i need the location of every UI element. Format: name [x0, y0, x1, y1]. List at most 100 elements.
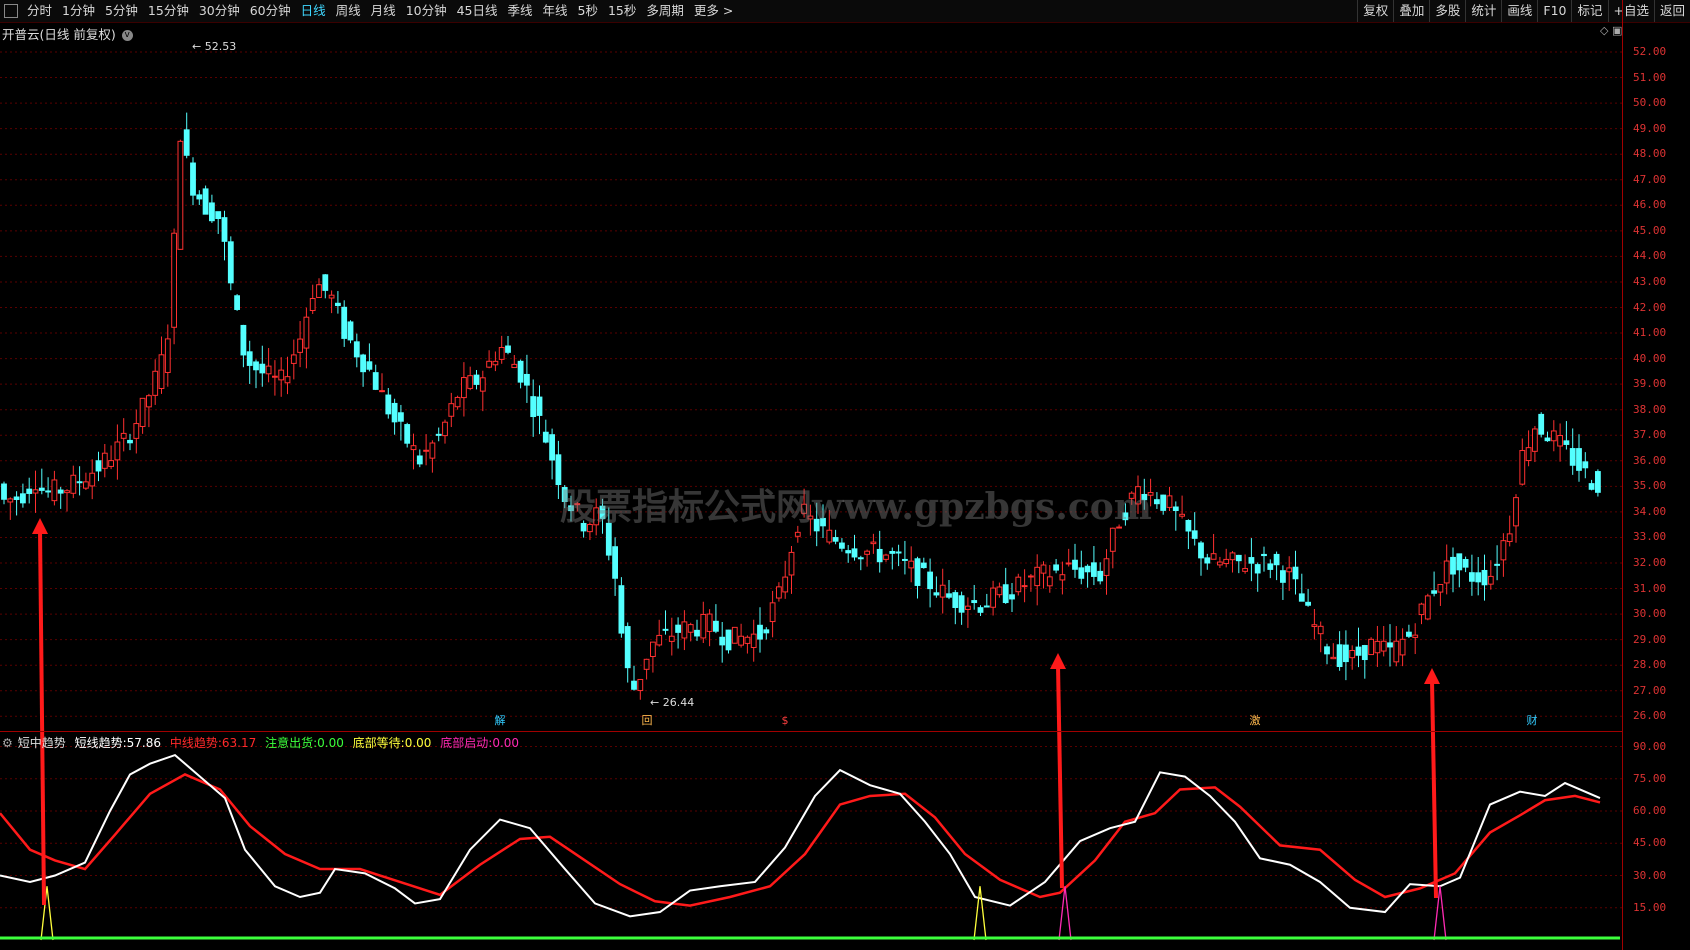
- candle-body: [164, 338, 171, 373]
- candle-body: [1324, 646, 1330, 655]
- candle-body: [1481, 569, 1488, 586]
- signal-arrow: [1430, 679, 1438, 899]
- arrow-head-icon: [1424, 668, 1440, 684]
- candle-body: [1418, 603, 1425, 616]
- signal-spike: [1058, 886, 1072, 941]
- candle-body: [1317, 625, 1324, 635]
- indicator-tick: 75.00: [1633, 771, 1667, 785]
- candle-body: [461, 377, 467, 399]
- candle-body: [372, 372, 379, 390]
- candle-body: [410, 445, 417, 451]
- candle-body: [650, 641, 656, 657]
- candle-body: [284, 376, 291, 384]
- candle-body: [1091, 562, 1097, 577]
- candle-body: [152, 370, 159, 396]
- short-trend-value: 57.86: [126, 736, 162, 750]
- candle-body: [57, 489, 64, 494]
- price-tick: 51.00: [1633, 70, 1667, 84]
- candle-body: [265, 365, 272, 375]
- candle-body: [177, 140, 184, 250]
- candle-body: [498, 346, 505, 360]
- candle-body: [870, 541, 877, 545]
- candle-body: [864, 550, 871, 555]
- candle-body: [511, 363, 518, 369]
- candle-body: [127, 439, 133, 444]
- candle-body: [706, 613, 713, 632]
- candle-body: [303, 316, 310, 349]
- candle-body: [757, 624, 763, 640]
- candle-body: [505, 345, 511, 353]
- candle-body: [1109, 527, 1116, 552]
- wait-value: 0.00: [404, 736, 432, 750]
- ship-label: 注意出货:: [265, 736, 318, 750]
- candle-body: [209, 202, 215, 222]
- candle-body: [1311, 624, 1318, 627]
- candle-body: [1059, 574, 1066, 581]
- candle-body: [1412, 634, 1419, 638]
- candle-body: [1046, 576, 1053, 587]
- candle-body: [782, 576, 789, 593]
- candle-body: [927, 571, 934, 590]
- candle-body: [1298, 593, 1305, 602]
- candle-body: [908, 560, 915, 569]
- candle-body: [971, 600, 978, 604]
- candle-body: [1374, 640, 1381, 654]
- price-tick: 45.00: [1633, 223, 1667, 237]
- candle-body: [1040, 564, 1047, 574]
- candle-body: [1103, 558, 1110, 576]
- candle-body: [1550, 430, 1557, 442]
- candle-body: [1519, 450, 1526, 485]
- arrow-head-icon: [1050, 653, 1066, 669]
- candle-body: [1028, 575, 1034, 578]
- ship-value: 0.00: [317, 736, 344, 750]
- candle-body: [883, 554, 889, 560]
- short-trend-label: 短线趋势:: [74, 736, 127, 750]
- candle-body: [656, 634, 663, 646]
- candle-body: [1292, 566, 1299, 580]
- indicator-gear-icon[interactable]: ⚙: [2, 736, 13, 750]
- candle-body: [1009, 594, 1015, 600]
- candle-body: [1582, 461, 1589, 469]
- chart-canvas[interactable]: ← 52.53 ← 26.44 解 回 $ 激 财: [0, 0, 1690, 950]
- candle-body: [101, 452, 108, 469]
- candle-body: [234, 295, 240, 310]
- candle-body: [1229, 552, 1236, 561]
- candle-body: [1595, 471, 1601, 493]
- candle-body: [7, 498, 14, 503]
- candle-body: [448, 403, 455, 417]
- candle-body: [1217, 561, 1223, 566]
- candle-body: [1065, 562, 1072, 565]
- price-tick: 37.00: [1633, 428, 1667, 442]
- candle-body: [731, 626, 738, 644]
- candle-body: [1393, 640, 1400, 663]
- candle-body: [1494, 563, 1500, 566]
- price-tick: 33.00: [1633, 530, 1667, 544]
- candle-body: [133, 423, 140, 439]
- candle-body: [1034, 566, 1041, 587]
- candle-body: [958, 595, 965, 613]
- candle-body: [1330, 656, 1337, 660]
- candle-body: [1406, 631, 1412, 637]
- indicator-tick: 15.00: [1633, 900, 1667, 914]
- candle-body: [744, 636, 751, 644]
- candle-body: [246, 351, 253, 366]
- candle-body: [549, 434, 556, 461]
- short-trend-line: [0, 753, 1601, 918]
- candle-body: [435, 433, 442, 436]
- candle-body: [612, 546, 619, 579]
- candle-body: [668, 635, 675, 642]
- candle-body: [631, 680, 637, 690]
- candle-body: [618, 585, 625, 634]
- candle-body: [990, 587, 997, 608]
- mid-trend-label: 中线趋势:: [169, 736, 222, 750]
- candle-body: [1349, 650, 1356, 659]
- candle-body: [524, 373, 530, 386]
- price-tick: 46.00: [1633, 198, 1667, 212]
- candle-body: [385, 394, 392, 415]
- price-tick: 36.00: [1633, 453, 1667, 467]
- candle-body: [1576, 448, 1582, 471]
- candle-body: [1450, 556, 1456, 575]
- signal-arrow: [1056, 664, 1064, 889]
- price-tick: 28.00: [1633, 658, 1667, 672]
- candle-body: [51, 479, 58, 502]
